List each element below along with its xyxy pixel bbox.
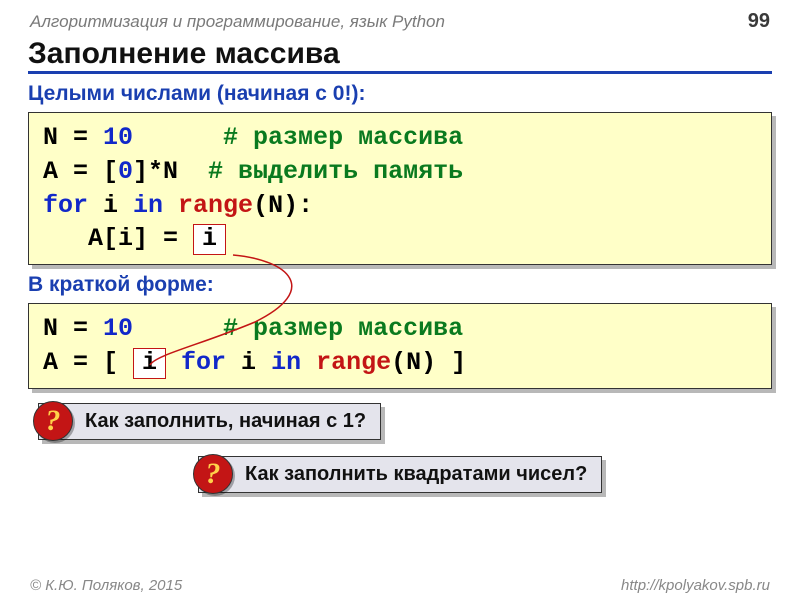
c1l3a: for xyxy=(43,191,88,220)
c1l4a: A[i] = xyxy=(43,224,193,253)
c1l1a: N = xyxy=(43,123,103,152)
page-number: 99 xyxy=(748,10,770,33)
question-box-2: ? Как заполнить квадратами чисел? xyxy=(198,456,602,493)
question-text-1: Как заполнить, начиная с 1? xyxy=(85,410,366,432)
subtitle-integers: Целыми числами (начиная с 0!): xyxy=(28,82,772,106)
question-text-2: Как заполнить квадратами чисел? xyxy=(245,463,587,485)
top-bar: Алгоритмизация и программирование, язык … xyxy=(0,0,800,37)
c1l2a: A = [ xyxy=(43,157,118,186)
c2l1b: 10 xyxy=(103,314,133,343)
boxed-i-2: i xyxy=(133,348,166,379)
question-box-1: ? Как заполнить, начиная с 1? xyxy=(38,403,381,440)
c2l2b: for xyxy=(166,348,226,377)
c1l3c: in xyxy=(133,191,163,220)
c2l2d: in xyxy=(271,348,301,377)
c1l2b: 0 xyxy=(118,157,133,186)
code-block-short: N = 10 # размер массива A = [ i for i in… xyxy=(28,303,772,389)
course-title: Алгоритмизация и программирование, язык … xyxy=(30,12,445,32)
c1l3b: i xyxy=(88,191,133,220)
c2l2a: A = [ xyxy=(43,348,133,377)
c1l3e: (N): xyxy=(253,191,313,220)
c1l2c: ]*N xyxy=(133,157,208,186)
c1l3d: range xyxy=(163,191,253,220)
footer-url: http://kpolyakov.spb.ru xyxy=(621,577,770,594)
subtitle-short: В краткой форме: xyxy=(28,273,772,297)
c1l1b: 10 xyxy=(103,123,133,152)
footer-copyright: © К.Ю. Поляков, 2015 xyxy=(30,577,182,594)
c1l2d: # выделить память xyxy=(208,157,463,186)
c1l1c: # размер массива xyxy=(133,123,463,152)
question-mark-icon: ? xyxy=(33,401,73,441)
c2l2f: (N) ] xyxy=(391,348,466,377)
question-mark-icon: ? xyxy=(193,454,233,494)
boxed-i-1: i xyxy=(193,224,226,255)
c2l2e: range xyxy=(301,348,391,377)
code-block-long: N = 10 # размер массива A = [0]*N # выде… xyxy=(28,112,772,265)
c2l1a: N = xyxy=(43,314,103,343)
footer: © К.Ю. Поляков, 2015 http://kpolyakov.sp… xyxy=(0,577,800,594)
page-title: Заполнение массива xyxy=(28,37,772,74)
c2l2c: i xyxy=(226,348,271,377)
c2l1c: # размер массива xyxy=(133,314,463,343)
